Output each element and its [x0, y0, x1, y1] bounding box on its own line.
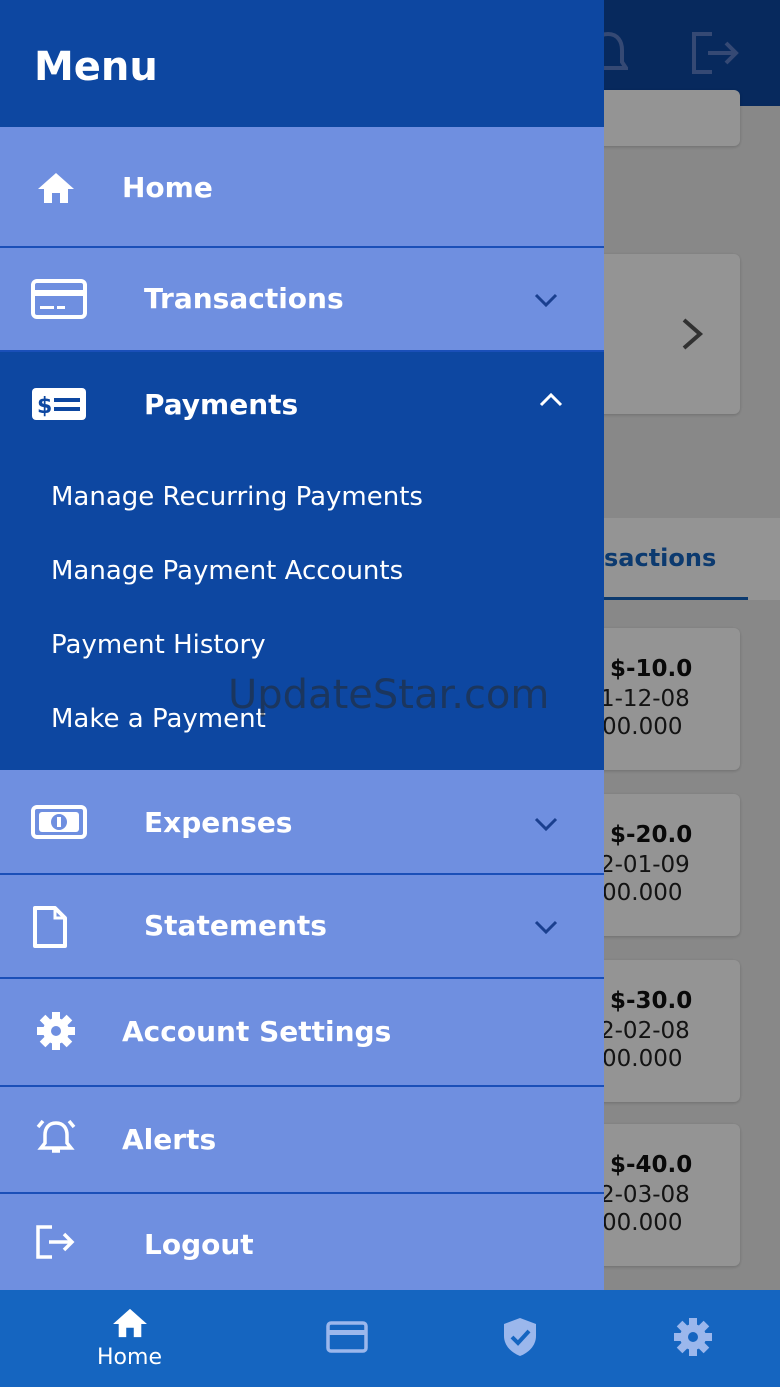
- drawer-header: Menu: [0, 0, 604, 127]
- nav-settings[interactable]: [595, 1290, 780, 1387]
- home-icon: [111, 1307, 149, 1343]
- chevron-down-icon[interactable]: [528, 909, 564, 945]
- menu-item-logout[interactable]: Logout: [0, 1194, 604, 1290]
- money-icon: [30, 804, 88, 840]
- submenu-item-manage-payment-accounts[interactable]: Manage Payment Accounts: [51, 556, 403, 586]
- nav-home-label: Home: [97, 1345, 162, 1370]
- drawer-title: Menu: [34, 44, 158, 90]
- logout-icon: [34, 1224, 78, 1260]
- menu-item-label: Transactions: [144, 282, 344, 315]
- menu-item-label: Payments: [144, 388, 299, 421]
- chevron-up-icon[interactable]: [538, 392, 564, 412]
- navigation-drawer: Menu Home Transactions $ Payments Manage…: [0, 0, 604, 1290]
- nav-security[interactable]: [422, 1290, 617, 1387]
- menu-item-expenses[interactable]: Expenses: [0, 770, 604, 875]
- alarm-icon: [34, 1117, 78, 1157]
- payments-section: $ Payments Manage Recurring Payments Man…: [0, 352, 604, 770]
- gear-icon: [673, 1317, 713, 1361]
- chevron-down-icon[interactable]: [528, 282, 564, 318]
- payment-icon: $: [30, 386, 88, 426]
- menu-item-statements[interactable]: Statements: [0, 875, 604, 979]
- card-icon: [325, 1320, 368, 1357]
- document-icon: [32, 905, 68, 949]
- menu-item-account-settings[interactable]: Account Settings: [0, 979, 604, 1087]
- menu-item-label: Expenses: [144, 806, 293, 839]
- menu-item-label: Logout: [144, 1228, 254, 1261]
- menu-item-transactions[interactable]: Transactions: [0, 248, 604, 352]
- menu-item-payments[interactable]: $ Payments: [0, 352, 604, 456]
- menu-item-alerts[interactable]: Alerts: [0, 1087, 604, 1194]
- card-icon: [30, 278, 88, 320]
- home-icon: [36, 171, 76, 205]
- svg-text:$: $: [37, 394, 52, 419]
- gear-icon: [36, 1011, 76, 1051]
- chevron-down-icon[interactable]: [528, 806, 564, 842]
- bottom-navigation: Home: [0, 1290, 780, 1387]
- submenu-item-make-a-payment[interactable]: Make a Payment: [51, 704, 266, 734]
- nav-cards[interactable]: [249, 1290, 444, 1387]
- menu-item-label: Account Settings: [122, 1015, 392, 1048]
- nav-home[interactable]: Home: [32, 1290, 227, 1387]
- menu-item-label: Statements: [144, 909, 327, 942]
- menu-item-label: Home: [122, 171, 213, 204]
- submenu-item-manage-recurring-payments[interactable]: Manage Recurring Payments: [51, 482, 423, 512]
- menu-item-home[interactable]: Home: [0, 127, 604, 248]
- shield-check-icon: [500, 1316, 540, 1362]
- menu-item-label: Alerts: [122, 1123, 217, 1156]
- submenu-item-payment-history[interactable]: Payment History: [51, 630, 266, 660]
